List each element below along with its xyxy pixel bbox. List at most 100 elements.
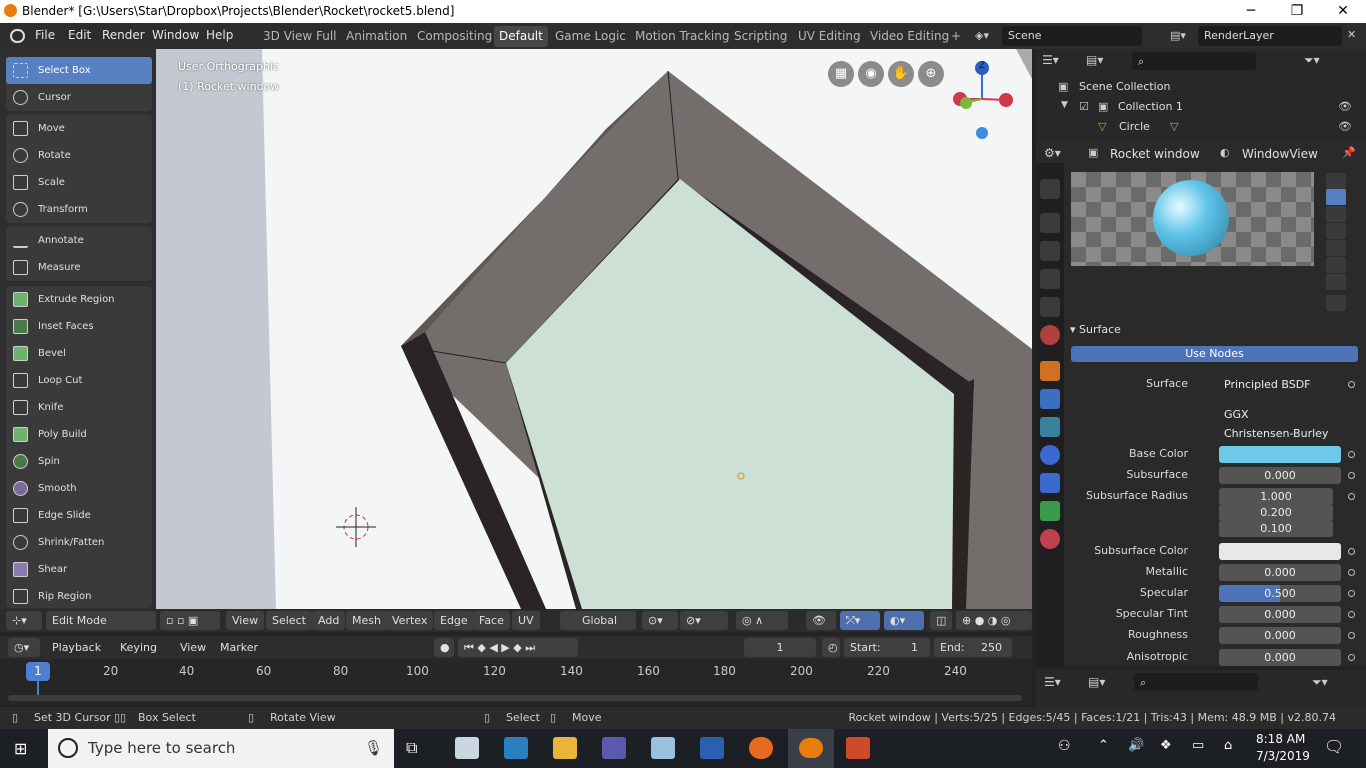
proportional-edit-icon[interactable]: ◎ ∧ bbox=[736, 611, 788, 630]
tool-move[interactable]: Move bbox=[6, 115, 152, 142]
display-mode-icon[interactable]: ▤▾ bbox=[1086, 53, 1103, 67]
pin-icon[interactable]: 📌 bbox=[1342, 146, 1356, 159]
maximize-button[interactable]: ❐ bbox=[1274, 1, 1320, 22]
record-icon[interactable]: ● bbox=[434, 638, 454, 657]
checkbox-icon[interactable]: ☑ bbox=[1079, 100, 1089, 113]
anisotropic-field[interactable]: 0.000 bbox=[1219, 649, 1341, 666]
pan-view-hand-icon[interactable]: ✋ bbox=[888, 61, 914, 87]
roughness-field[interactable]: 0.000 bbox=[1219, 627, 1341, 644]
action-center-icon[interactable]: 🗨 bbox=[1324, 737, 1344, 756]
firefox-icon[interactable] bbox=[749, 737, 773, 759]
outliner-editor-icon[interactable]: ☰▾ bbox=[1042, 53, 1059, 67]
data-tab-icon[interactable] bbox=[1040, 501, 1060, 521]
roughness-socket-icon[interactable] bbox=[1348, 632, 1355, 639]
menu-window[interactable]: Window bbox=[152, 28, 199, 42]
zoom-view-icon[interactable]: ⊕ bbox=[918, 61, 944, 87]
subsurface-radius-socket-icon[interactable] bbox=[1348, 493, 1355, 500]
outliner-collection-1[interactable]: Collection 1 bbox=[1118, 100, 1183, 113]
people-icon[interactable]: ⚇ bbox=[1058, 738, 1071, 754]
menu-timeline-view[interactable]: View bbox=[174, 638, 212, 657]
metallic-socket-icon[interactable] bbox=[1348, 569, 1355, 576]
workspace-tab-scripting[interactable]: Scripting bbox=[729, 26, 792, 47]
tool-scale[interactable]: Scale bbox=[6, 169, 152, 196]
blender-taskbar-item[interactable] bbox=[788, 729, 834, 768]
playback-controls[interactable]: ⏮ ◆ ◀ ▶ ◆ ⏭ bbox=[458, 638, 578, 657]
outliner-scene-collection[interactable]: Scene Collection bbox=[1079, 80, 1170, 93]
material-tab-icon[interactable] bbox=[1040, 529, 1060, 549]
expand-arrow-icon[interactable]: ▼ bbox=[1061, 100, 1068, 110]
properties-editor-icon[interactable]: ⚙▾ bbox=[1044, 146, 1061, 160]
physics-tab-icon[interactable] bbox=[1040, 445, 1060, 465]
timeline-editor-icon[interactable]: ◷▾ bbox=[8, 638, 40, 657]
preview-flat-icon[interactable] bbox=[1326, 173, 1346, 189]
mesh-data-icon[interactable]: ▽ bbox=[1170, 120, 1178, 133]
menu-file[interactable]: File bbox=[35, 28, 55, 42]
task-view-icon[interactable]: ⧉ bbox=[406, 738, 417, 758]
workspace-tab-default[interactable]: Default bbox=[494, 26, 548, 47]
preview-cloth-icon[interactable] bbox=[1326, 257, 1346, 273]
scene-field[interactable]: Scene bbox=[1002, 26, 1142, 46]
pivot-icon[interactable]: ⊙▾ bbox=[642, 611, 678, 630]
remove-renderlayer-icon[interactable]: ✕ bbox=[1347, 28, 1356, 41]
show-hidden-icons-icon[interactable]: ⌃ bbox=[1098, 738, 1109, 753]
menu-vertex[interactable]: Vertex bbox=[386, 611, 434, 630]
scene-selector-icon[interactable]: ◈▾ bbox=[975, 29, 997, 43]
toggle-grid-view-icon[interactable]: ▦ bbox=[828, 61, 854, 87]
timeline-scrollbar[interactable] bbox=[8, 695, 1022, 701]
subsurface-radius-z-field[interactable]: 0.100 bbox=[1219, 520, 1333, 537]
xray-toggle-icon[interactable]: ◫ bbox=[930, 611, 952, 630]
dropbox-icon[interactable]: ❖ bbox=[1160, 738, 1172, 753]
add-workspace-button[interactable]: + bbox=[946, 26, 966, 47]
workspace-tab-motion-tracking[interactable]: Motion Tracking bbox=[630, 26, 734, 47]
particles-tab-icon[interactable] bbox=[1040, 417, 1060, 437]
surface-section-header[interactable]: ▾ Surface bbox=[1070, 323, 1121, 336]
base-color-socket-icon[interactable] bbox=[1348, 451, 1355, 458]
workspace-tab-video-editing[interactable]: Video Editing bbox=[865, 26, 954, 47]
close-button[interactable]: ✕ bbox=[1320, 1, 1366, 22]
menu-render[interactable]: Render bbox=[102, 28, 145, 42]
tool-poly-build[interactable]: Poly Build bbox=[6, 421, 152, 448]
constraints-tab-icon[interactable] bbox=[1040, 473, 1060, 493]
camera-view-icon[interactable]: ◉ bbox=[858, 61, 884, 87]
renderlayer-selector-icon[interactable]: ▤▾ bbox=[1170, 29, 1196, 43]
tool-smooth[interactable]: Smooth bbox=[6, 475, 152, 502]
word-icon[interactable] bbox=[700, 737, 724, 759]
output-tab-icon[interactable] bbox=[1040, 241, 1060, 261]
taskbar-search-box[interactable]: Type here to search 🎙 bbox=[48, 729, 394, 768]
tool-shear[interactable]: Shear bbox=[6, 556, 152, 583]
app-icon[interactable] bbox=[651, 737, 675, 759]
gizmo-toggle-icon[interactable]: ⤱▾ bbox=[840, 611, 880, 630]
tool-edge-slide[interactable]: Edge Slide bbox=[6, 502, 152, 529]
tool-tab-icon[interactable] bbox=[1040, 179, 1060, 199]
current-frame-field[interactable]: 1 bbox=[744, 638, 816, 657]
workspace-tab-3d-view-full[interactable]: 3D View Full bbox=[258, 26, 342, 47]
minimize-button[interactable]: ─ bbox=[1228, 1, 1274, 22]
network-icon[interactable]: ⌂ bbox=[1224, 738, 1232, 753]
workspace-tab-game-logic[interactable]: Game Logic bbox=[550, 26, 631, 47]
stopwatch-icon[interactable]: ◴ bbox=[822, 638, 840, 657]
subsurface-method-dropdown[interactable]: Christensen-Burley bbox=[1219, 425, 1357, 442]
editor-type-icon[interactable]: ⊹▾ bbox=[6, 611, 42, 630]
menu-keying[interactable]: Keying bbox=[114, 638, 163, 657]
render-tab-icon[interactable] bbox=[1040, 213, 1060, 233]
subsurface-radius-y-field[interactable]: 0.200 bbox=[1219, 504, 1333, 521]
tool-extrude-region[interactable]: Extrude Region bbox=[6, 286, 152, 313]
clock-time[interactable]: 8:18 AM bbox=[1256, 732, 1305, 746]
subsurface-socket-icon[interactable] bbox=[1348, 472, 1355, 479]
tool-knife[interactable]: Knife bbox=[6, 394, 152, 421]
base-color-swatch[interactable] bbox=[1219, 446, 1341, 463]
preview-sphere-icon[interactable] bbox=[1326, 189, 1346, 205]
editor-type-icon[interactable]: ☰▾ bbox=[1044, 675, 1061, 689]
tool-bevel[interactable]: Bevel bbox=[6, 340, 152, 367]
scene-tab-icon[interactable] bbox=[1040, 297, 1060, 317]
start-frame-field[interactable]: Start: 1 bbox=[844, 638, 930, 657]
outliner-search[interactable]: ⌕ bbox=[1132, 52, 1256, 70]
workspace-tab-uv-editing[interactable]: UV Editing bbox=[793, 26, 866, 47]
tool-shrink-fatten[interactable]: Shrink/Fatten bbox=[6, 529, 152, 556]
preview-hair-icon[interactable] bbox=[1326, 223, 1346, 239]
tool-annotate[interactable]: Annotate bbox=[6, 227, 152, 254]
preview-cube-icon[interactable] bbox=[1326, 206, 1346, 222]
microphone-icon[interactable]: 🎙 bbox=[364, 729, 383, 768]
menu-help[interactable]: Help bbox=[206, 28, 233, 42]
specular-slider[interactable]: 0.500 bbox=[1219, 585, 1341, 602]
